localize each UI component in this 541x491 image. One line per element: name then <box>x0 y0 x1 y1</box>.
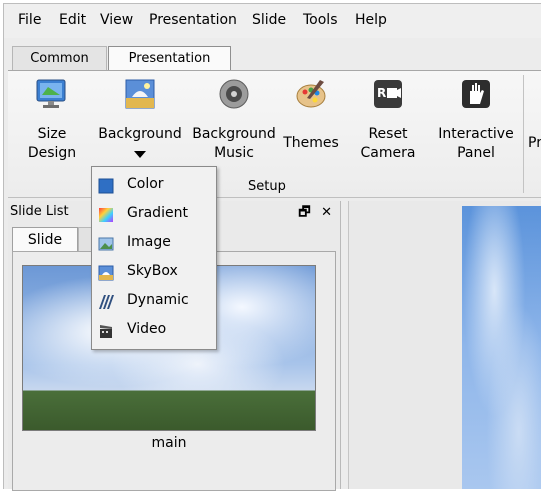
background-dropdown-menu: Color Gradient Image SkyBox Dynamic Vide… <box>91 166 217 350</box>
interactive-panel-label-1: Interactive <box>438 126 514 142</box>
gradient-icon <box>99 208 113 222</box>
themes-label: Themes <box>283 135 339 151</box>
menu-view[interactable]: View <box>100 12 133 28</box>
menu-item-skybox[interactable]: SkyBox <box>92 258 216 287</box>
background-image-icon <box>125 79 155 109</box>
hand-icon <box>462 80 490 108</box>
palette-icon <box>296 80 326 108</box>
size-design-label-1: Size <box>37 126 67 142</box>
background-music-label-1: Background <box>192 126 276 142</box>
interactive-panel-button[interactable]: Interactive Panel <box>436 71 516 171</box>
size-design-button[interactable]: Size Design <box>14 71 90 171</box>
panel-title: Slide List <box>10 204 69 219</box>
video-icon <box>100 325 112 338</box>
menu-item-image-label: Image <box>127 234 171 250</box>
dynamic-icon <box>99 295 114 309</box>
tab-slide[interactable]: Slide <box>12 227 78 252</box>
menu-item-dynamic-label: Dynamic <box>127 292 189 308</box>
background-music-button[interactable]: Background Music <box>190 71 278 171</box>
menu-tools[interactable]: Tools <box>303 12 338 28</box>
viewport-panel <box>348 201 541 489</box>
menu-presentation[interactable]: Presentation <box>149 12 237 28</box>
themes-button[interactable]: Themes <box>280 71 342 171</box>
panel-controls: 🗗 ✕ <box>292 203 332 225</box>
reset-camera-button[interactable]: R Reset Camera <box>352 71 424 171</box>
speaker-icon <box>219 79 249 109</box>
menu-item-skybox-label: SkyBox <box>127 263 178 279</box>
menu-item-image[interactable]: Image <box>92 229 216 258</box>
menu-edit[interactable]: Edit <box>59 12 86 28</box>
menu-item-color-label: Color <box>127 176 164 192</box>
chevron-down-icon[interactable] <box>134 151 146 159</box>
skybox-icon <box>98 265 114 281</box>
tab-presentation[interactable]: Presentation <box>108 46 231 71</box>
ribbon-next-label: Pr <box>528 135 541 151</box>
menu-item-color[interactable]: Color <box>92 171 216 200</box>
menu-file[interactable]: File <box>18 12 41 28</box>
monitor-icon <box>36 79 66 108</box>
camera-reset-icon: R <box>374 80 402 108</box>
background-music-label-2: Music <box>214 145 254 161</box>
slide-name: main <box>151 435 187 451</box>
ribbon-toolbar: Size Design Background Background Music … <box>8 70 541 198</box>
color-swatch-icon <box>98 178 114 194</box>
ribbon-group-setup: Setup <box>248 179 286 194</box>
menu-item-gradient-label: Gradient <box>127 205 188 221</box>
menu-item-video-label: Video <box>127 321 167 337</box>
menu-help[interactable]: Help <box>355 12 387 28</box>
svg-text:R: R <box>377 86 386 100</box>
float-panel-icon[interactable]: 🗗 <box>298 205 310 220</box>
menu-item-gradient[interactable]: Gradient <box>92 200 216 229</box>
close-icon[interactable]: ✕ <box>321 205 332 220</box>
tab-common[interactable]: Common <box>12 46 107 71</box>
reset-camera-label-1: Reset <box>368 126 408 142</box>
ribbon-divider <box>523 75 524 193</box>
reset-camera-label-2: Camera <box>360 145 416 161</box>
viewport-sky[interactable] <box>462 206 541 489</box>
menu-item-video[interactable]: Video <box>92 316 216 345</box>
ribbon-next-button[interactable]: Pr <box>528 71 541 171</box>
background-label: Background <box>98 126 182 142</box>
menu-item-dynamic[interactable]: Dynamic <box>92 287 216 316</box>
menu-bar: File Edit View Presentation Slide Tools … <box>4 4 541 38</box>
app-window: File Edit View Presentation Slide Tools … <box>3 3 541 491</box>
interactive-panel-label-2: Panel <box>457 145 495 161</box>
background-button[interactable]: Background <box>94 71 186 171</box>
image-icon <box>98 237 114 251</box>
menu-slide[interactable]: Slide <box>252 12 286 28</box>
size-design-label-2: Design <box>27 145 77 161</box>
